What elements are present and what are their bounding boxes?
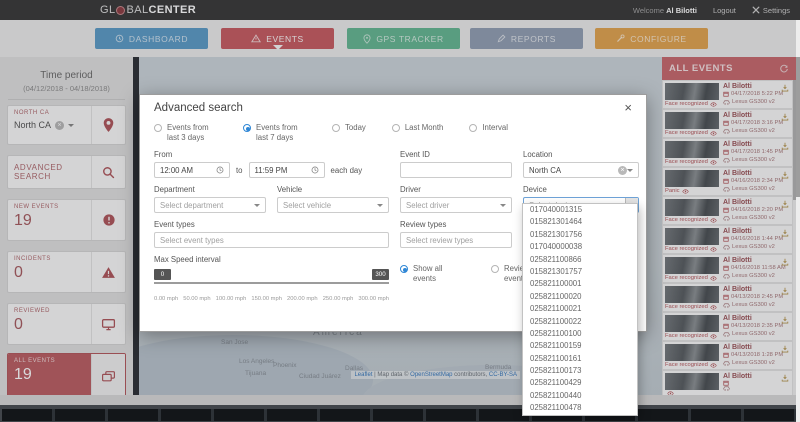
slider-min-handle[interactable]: 0 bbox=[154, 269, 171, 280]
radio-circle-selected bbox=[400, 265, 408, 273]
device-option[interactable]: 015821301756 bbox=[523, 229, 637, 241]
radio-circle bbox=[332, 124, 340, 132]
driver-select[interactable]: Select driver bbox=[400, 197, 512, 213]
radio-last-3-days[interactable]: Events from last 3 days bbox=[154, 123, 217, 143]
slider-tick: 0.00 mph bbox=[154, 296, 178, 302]
from-time-input[interactable]: 12:00 AM bbox=[154, 162, 230, 178]
max-speed-slider: 0 300 bbox=[154, 267, 389, 291]
location-label: Location bbox=[523, 150, 639, 159]
device-option[interactable]: 025821100478 bbox=[523, 402, 637, 414]
department-select[interactable]: Select department bbox=[154, 197, 266, 213]
device-option[interactable]: 025821100440 bbox=[523, 390, 637, 402]
device-option[interactable]: 025821100161 bbox=[523, 353, 637, 365]
driver-label: Driver bbox=[400, 185, 512, 194]
device-option[interactable]: 025821100021 bbox=[523, 303, 637, 315]
app-window: GL BAL CENTER Welcome Al Bilotti Logout … bbox=[0, 0, 800, 422]
department-label: Department bbox=[154, 185, 266, 194]
from-label: From bbox=[154, 150, 389, 159]
scrollbar-thumb[interactable] bbox=[796, 57, 800, 197]
slider-tick: 200.00 mph bbox=[287, 296, 318, 302]
device-option[interactable]: 025821100020 bbox=[523, 291, 637, 303]
slider-tick: 100.00 mph bbox=[216, 296, 247, 302]
modal-header: Advanced search × bbox=[140, 95, 646, 120]
slider-tick-labels: 0.00 mph 50.00 mph 100.00 mph 150.00 mph 200… bbox=[154, 296, 389, 302]
location-select[interactable]: North CA × bbox=[523, 162, 639, 178]
slider-tick: 150.00 mph bbox=[251, 296, 282, 302]
slider-max-handle[interactable]: 300 bbox=[372, 269, 389, 280]
clock-icon bbox=[216, 166, 224, 174]
chevron-down-icon bbox=[254, 204, 260, 210]
device-option[interactable]: 025821100866 bbox=[523, 254, 637, 266]
device-dropdown: 0170400013150158213014640158213017560170… bbox=[522, 203, 638, 416]
radio-circle bbox=[469, 124, 477, 132]
clock-icon bbox=[311, 166, 319, 174]
slider-track[interactable] bbox=[154, 282, 389, 284]
slider-tick: 50.00 mph bbox=[183, 296, 210, 302]
review-types-input[interactable]: Select review types bbox=[400, 232, 512, 248]
review-types-label: Review types bbox=[400, 220, 512, 229]
device-option[interactable]: 025821100022 bbox=[523, 316, 637, 328]
device-option[interactable]: 025821100100 bbox=[523, 328, 637, 340]
chevron-down-icon bbox=[377, 204, 383, 210]
radio-last-7-days[interactable]: Events from last 7 days bbox=[243, 123, 306, 143]
vehicle-label: Vehicle bbox=[277, 185, 389, 194]
each-day-label: each day bbox=[331, 166, 363, 175]
close-icon[interactable]: × bbox=[624, 101, 632, 114]
device-option[interactable]: 017040000038 bbox=[523, 241, 637, 253]
device-option[interactable]: 025821100429 bbox=[523, 377, 637, 389]
device-option[interactable]: 025821100001 bbox=[523, 278, 637, 290]
radio-circle bbox=[491, 265, 499, 273]
device-option[interactable]: 017040001315 bbox=[523, 204, 637, 216]
event-types-label: Event types bbox=[154, 220, 389, 229]
device-label: Device bbox=[523, 185, 639, 194]
radio-circle-selected bbox=[243, 124, 251, 132]
page-scrollbar[interactable] bbox=[796, 20, 800, 422]
vehicle-select[interactable]: Select vehicle bbox=[277, 197, 389, 213]
slider-tick: 300.00 mph bbox=[358, 296, 389, 302]
device-option[interactable]: 025821100173 bbox=[523, 365, 637, 377]
radio-circle bbox=[392, 124, 400, 132]
clear-location-icon[interactable]: × bbox=[618, 166, 627, 175]
radio-circle bbox=[154, 124, 162, 132]
to-word: to bbox=[236, 166, 243, 175]
event-types-input[interactable]: Select event types bbox=[154, 232, 389, 248]
chevron-down-icon bbox=[500, 204, 506, 210]
chevron-down-icon bbox=[627, 169, 633, 175]
device-option[interactable]: 015821301464 bbox=[523, 216, 637, 228]
radio-today[interactable]: Today bbox=[332, 123, 366, 143]
slider-tick: 250.00 mph bbox=[323, 296, 354, 302]
radio-show-all-events[interactable]: Show all events bbox=[400, 264, 463, 284]
date-range-radio-group: Events from last 3 days Events from last… bbox=[154, 123, 632, 143]
modal-title: Advanced search bbox=[154, 102, 243, 114]
device-option[interactable]: 015821301757 bbox=[523, 266, 637, 278]
event-id-label: Event ID bbox=[400, 150, 512, 159]
event-id-input[interactable] bbox=[400, 162, 512, 178]
max-speed-label: Max Speed interval bbox=[154, 255, 389, 264]
radio-last-month[interactable]: Last Month bbox=[392, 123, 444, 143]
to-time-input[interactable]: 11:59 PM bbox=[249, 162, 325, 178]
radio-interval[interactable]: Interval bbox=[469, 123, 508, 143]
device-option[interactable]: 025821100159 bbox=[523, 340, 637, 352]
